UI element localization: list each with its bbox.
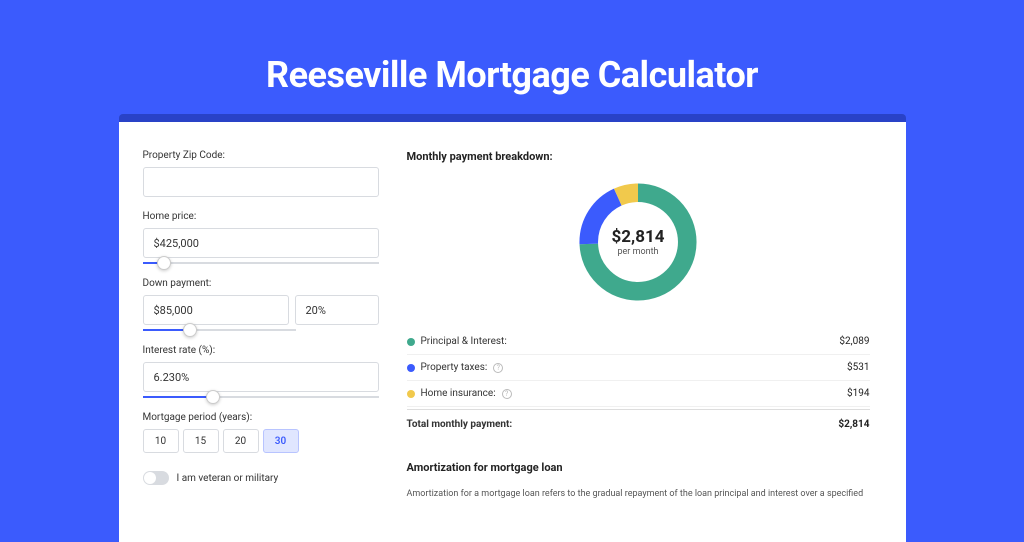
donut-sub: per month xyxy=(617,247,658,257)
period-btn-30[interactable]: 30 xyxy=(263,429,299,453)
donut-amount: $2,814 xyxy=(612,227,665,247)
page-title: Reeseville Mortgage Calculator xyxy=(266,54,758,96)
legend-value: $194 xyxy=(847,388,869,399)
donut-chart-wrap: $2,814 per month xyxy=(407,177,870,307)
dot-icon xyxy=(407,364,415,372)
legend-row-principal: Principal & Interest: $2,089 xyxy=(407,329,870,355)
info-icon[interactable]: ? xyxy=(493,363,503,373)
veteran-toggle[interactable] xyxy=(143,471,169,485)
veteran-toggle-label: I am veteran or military xyxy=(177,473,279,484)
interest-rate-label: Interest rate (%): xyxy=(143,345,379,356)
home-price-slider[interactable] xyxy=(143,262,379,264)
period-btn-15[interactable]: 15 xyxy=(183,429,219,453)
card-shadow: Property Zip Code: Home price: Down paym… xyxy=(119,114,906,542)
down-payment-label: Down payment: xyxy=(143,278,379,289)
amortization-section: Amortization for mortgage loan Amortizat… xyxy=(407,461,870,502)
legend-label: Principal & Interest: xyxy=(421,336,507,347)
slider-thumb[interactable] xyxy=(183,323,197,337)
legend-row-taxes: Property taxes: ? $531 xyxy=(407,355,870,381)
breakdown-title: Monthly payment breakdown: xyxy=(407,150,870,163)
interest-rate-group: Interest rate (%): xyxy=(143,345,379,398)
results-column: Monthly payment breakdown: $2,814 per mo… xyxy=(407,150,870,514)
legend-label: Home insurance: xyxy=(421,388,496,399)
slider-fill xyxy=(143,396,214,398)
interest-rate-input[interactable] xyxy=(143,362,379,392)
home-price-label: Home price: xyxy=(143,211,379,222)
dot-icon xyxy=(407,390,415,398)
form-column: Property Zip Code: Home price: Down paym… xyxy=(143,150,379,514)
down-payment-group: Down payment: xyxy=(143,278,379,331)
legend-label: Property taxes: xyxy=(421,362,488,373)
period-buttons: 10 15 20 30 xyxy=(143,429,379,453)
down-payment-slider[interactable] xyxy=(143,329,296,331)
legend-row-insurance: Home insurance: ? $194 xyxy=(407,381,870,407)
donut-center: $2,814 per month xyxy=(573,177,703,307)
interest-rate-slider[interactable] xyxy=(143,396,379,398)
zip-label: Property Zip Code: xyxy=(143,150,379,161)
veteran-toggle-row: I am veteran or military xyxy=(143,471,379,485)
calculator-card: Property Zip Code: Home price: Down paym… xyxy=(119,122,906,542)
zip-input[interactable] xyxy=(143,167,379,197)
down-payment-pct-input[interactable] xyxy=(295,295,379,325)
slider-thumb[interactable] xyxy=(157,256,171,270)
slider-thumb[interactable] xyxy=(206,390,220,404)
down-payment-amount-input[interactable] xyxy=(143,295,289,325)
legend-value: $2,089 xyxy=(839,336,869,347)
home-price-group: Home price: xyxy=(143,211,379,264)
zip-field-group: Property Zip Code: xyxy=(143,150,379,197)
donut-chart: $2,814 per month xyxy=(573,177,703,307)
total-value: $2,814 xyxy=(838,419,869,430)
period-btn-10[interactable]: 10 xyxy=(143,429,179,453)
amortization-text: Amortization for a mortgage loan refers … xyxy=(407,488,870,502)
period-btn-20[interactable]: 20 xyxy=(223,429,259,453)
mortgage-period-label: Mortgage period (years): xyxy=(143,412,379,423)
mortgage-period-group: Mortgage period (years): 10 15 20 30 xyxy=(143,412,379,453)
legend-value: $531 xyxy=(847,362,869,373)
total-label: Total monthly payment: xyxy=(407,419,513,430)
dot-icon xyxy=(407,338,415,346)
home-price-input[interactable] xyxy=(143,228,379,258)
amortization-title: Amortization for mortgage loan xyxy=(407,461,870,474)
info-icon[interactable]: ? xyxy=(502,389,512,399)
total-row: Total monthly payment: $2,814 xyxy=(407,409,870,439)
